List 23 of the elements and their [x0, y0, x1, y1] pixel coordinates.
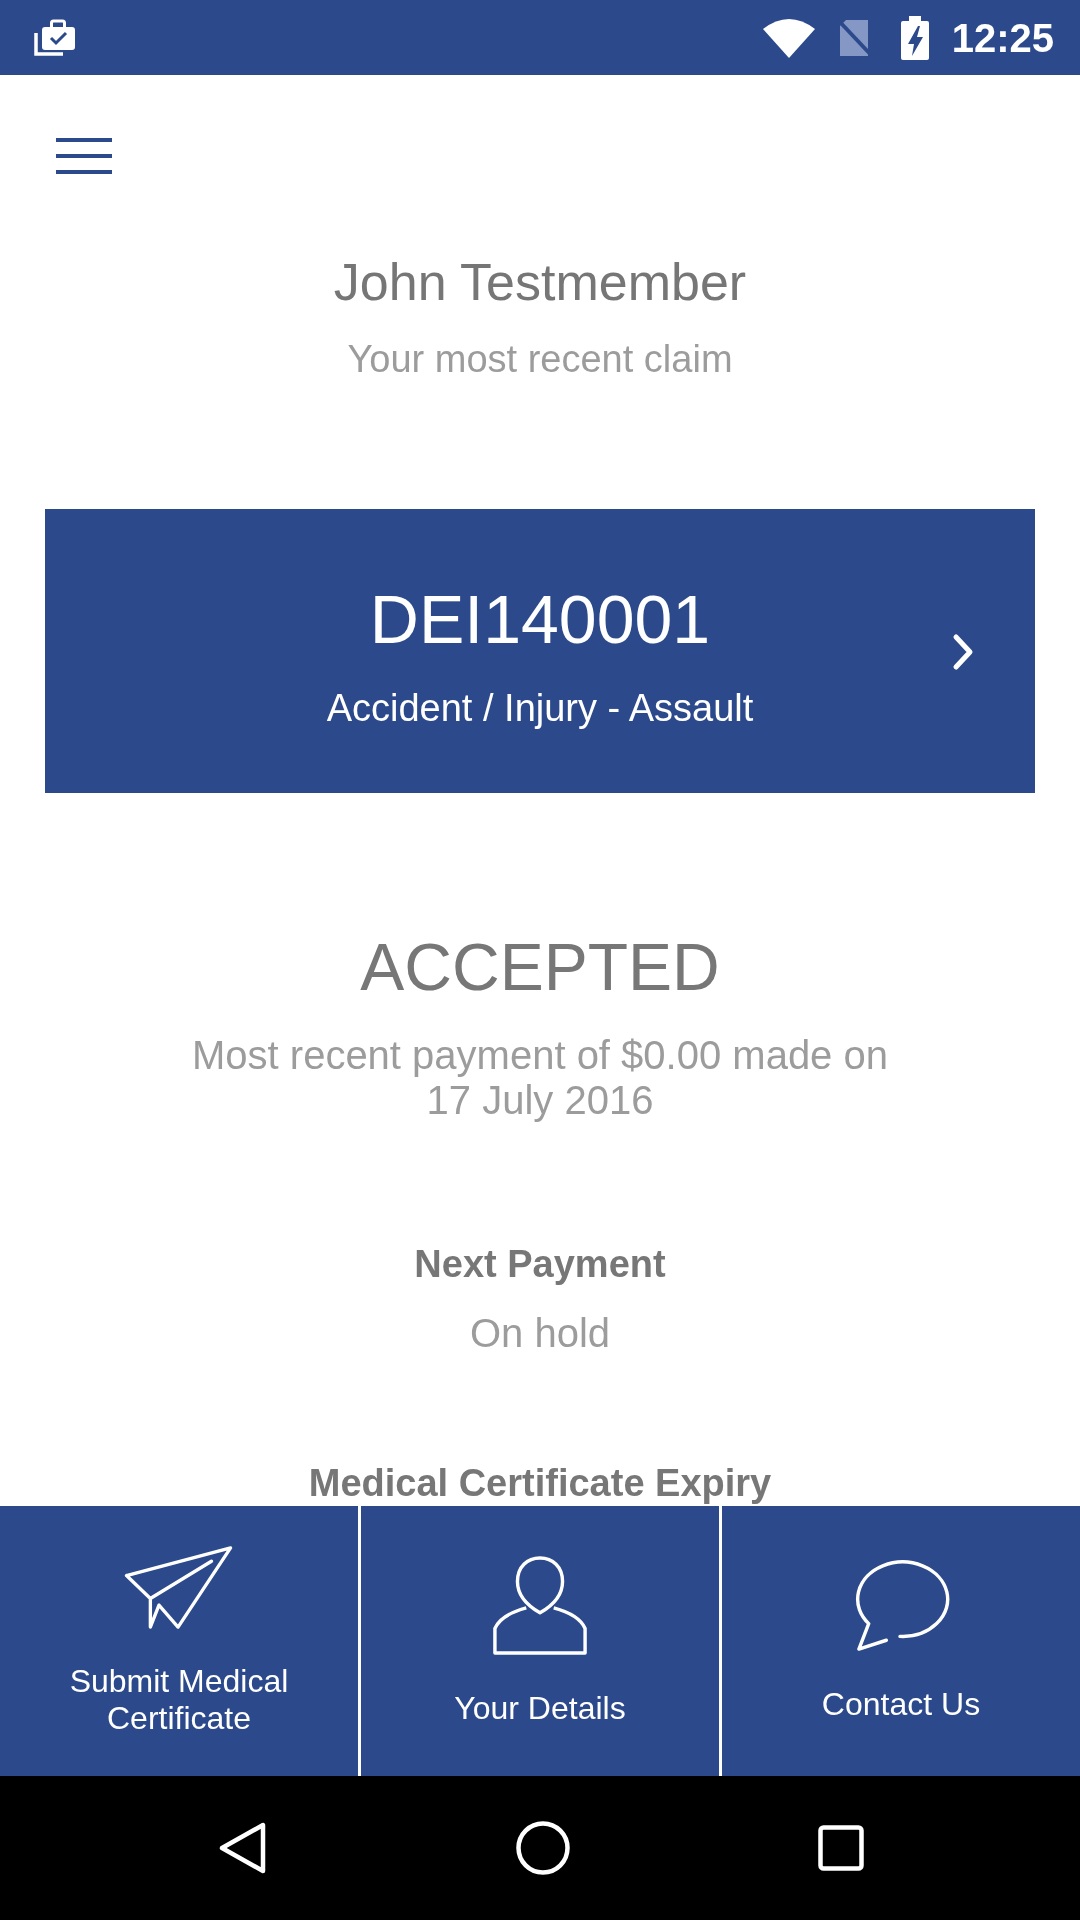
nav-button[interactable]: Your Details	[361, 1506, 719, 1776]
menu-icon[interactable]	[56, 138, 112, 174]
claim-subtitle: Your most recent claim	[347, 337, 733, 382]
nav-button[interactable]: Contact Us	[722, 1506, 1080, 1776]
battery-charging-icon	[899, 15, 930, 60]
detail-value: On hold	[469, 1310, 611, 1357]
claim-number: DEI140001	[369, 580, 711, 658]
claim-card[interactable]: DEI140001 Accident / Injury - Assault	[45, 509, 1035, 793]
detail-label: Next Payment	[414, 1245, 666, 1283]
claim-status: ACCEPTED	[360, 929, 720, 1006]
chevron-right-icon	[952, 633, 974, 671]
recents-icon[interactable]	[818, 1825, 864, 1871]
status-time: 12:25	[951, 14, 1054, 61]
member-name: John Testmember	[333, 252, 747, 313]
payment-note: Most recent payment of $0.00 made on 17 July 2016	[191, 1033, 889, 1123]
person-icon	[491, 1555, 589, 1656]
wifi-icon	[761, 16, 816, 59]
nav-button[interactable]: Submit Medical Certificate	[0, 1506, 358, 1776]
claim-type: Accident / Injury - Assault	[326, 686, 754, 731]
briefcase-check-icon	[33, 18, 77, 57]
paper-plane-icon	[123, 1545, 235, 1629]
detail-label: Medical Certificate Expiry	[308, 1461, 772, 1506]
home-icon[interactable]	[516, 1821, 570, 1875]
